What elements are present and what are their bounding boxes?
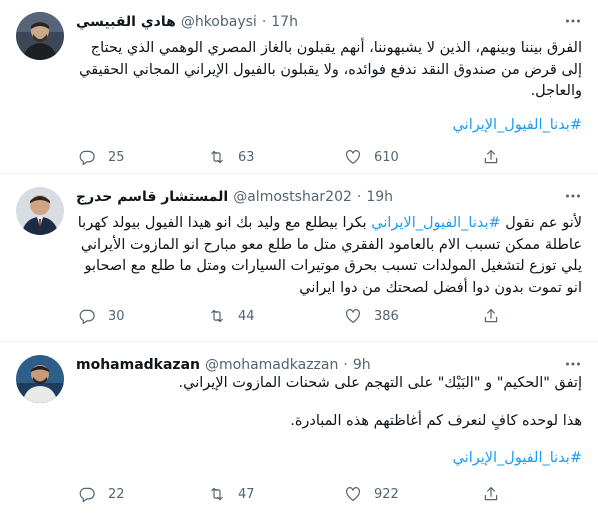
tweet-header: mohamadkazan @mohamadkazzan · 9h <box>76 355 371 375</box>
heart-icon <box>346 487 360 501</box>
retweet-button[interactable]: 63 <box>208 148 255 166</box>
tweet-actions: 30 44 386 <box>76 307 536 327</box>
avatar[interactable] <box>16 187 64 235</box>
tweet[interactable]: mohamadkazan @mohamadkazzan · 9h إتفق "ا… <box>0 343 598 513</box>
more-icon[interactable] <box>564 355 582 373</box>
share-icon <box>484 150 498 164</box>
tweet-text: لأنو عم نقول #بدنا_الفيول_الايراني بكرا … <box>76 213 582 299</box>
separator-dot: · <box>261 14 267 30</box>
reply-icon <box>79 150 95 166</box>
tweet-actions: 25 63 610 <box>76 148 536 168</box>
tweet-text: إتفق "الحكيم" و "البَيْك" على التهجم على… <box>76 373 582 470</box>
tweet[interactable]: المستشار قاسم حدرج @almostshar202 · 19h … <box>0 175 598 342</box>
like-count: 922 <box>374 486 399 502</box>
retweet-count: 47 <box>238 486 255 502</box>
tweet-text-paragraph: إتفق "الحكيم" و "البَيْك" على التهجم على… <box>178 375 582 391</box>
share-button[interactable] <box>482 148 500 166</box>
separator-dot: · <box>343 357 348 373</box>
timestamp[interactable]: 17h <box>271 14 298 30</box>
reply-button[interactable]: 22 <box>78 485 125 503</box>
tweet-feed: هادي القبيسي @hkobaysi · 17h الفرق بيننا… <box>0 0 598 513</box>
share-icon <box>484 309 498 323</box>
more-icon[interactable] <box>564 12 582 30</box>
display-name[interactable]: المستشار قاسم حدرج <box>76 189 228 205</box>
timestamp[interactable]: 19h <box>366 189 393 205</box>
reply-icon <box>79 487 95 503</box>
tweet-text-paragraph: هذا لوحده كافٍ لنعرف كم أغاظتهم هذه المب… <box>290 412 582 429</box>
reply-count: 22 <box>108 486 125 502</box>
like-count: 386 <box>374 308 399 324</box>
avatar[interactable] <box>16 12 64 60</box>
hashtag-link[interactable]: #بدنا_الفيول_الإيراني <box>453 450 582 466</box>
tweet-text: الفرق بيننا وبينهم، الذين لا يشبهوننا، أ… <box>76 38 582 136</box>
reply-button[interactable]: 30 <box>78 307 125 325</box>
tweet[interactable]: هادي القبيسي @hkobaysi · 17h الفرق بيننا… <box>0 0 598 174</box>
hashtag-link[interactable]: #بدنا_الفيول_الإيراني <box>453 117 582 133</box>
display-name[interactable]: هادي القبيسي <box>76 14 176 30</box>
user-handle[interactable]: @hkobaysi <box>181 14 257 30</box>
reply-count: 25 <box>108 149 125 165</box>
like-button[interactable]: 610 <box>344 148 399 166</box>
user-handle[interactable]: @mohamadkazzan <box>205 357 338 373</box>
tweet-actions: 22 47 922 <box>76 485 536 505</box>
more-icon[interactable] <box>564 187 582 205</box>
retweet-count: 63 <box>238 149 255 165</box>
heart-icon <box>346 150 360 164</box>
share-button[interactable] <box>482 307 500 325</box>
like-button[interactable]: 386 <box>344 307 399 325</box>
tweet-header: هادي القبيسي @hkobaysi · 17h <box>76 12 298 32</box>
share-button[interactable] <box>482 485 500 503</box>
reply-icon <box>79 309 95 325</box>
like-count: 610 <box>374 149 399 165</box>
retweet-icon <box>211 309 223 323</box>
retweet-icon <box>211 150 223 164</box>
like-button[interactable]: 922 <box>344 485 399 503</box>
share-icon <box>484 487 498 501</box>
retweet-count: 44 <box>238 308 255 324</box>
reply-count: 30 <box>108 308 125 324</box>
heart-icon <box>346 309 360 323</box>
retweet-button[interactable]: 44 <box>208 307 255 325</box>
tweet-text-paragraph: الفرق بيننا وبينهم، الذين لا يشبهوننا، أ… <box>79 40 582 99</box>
user-handle[interactable]: @almostshar202 <box>233 189 352 205</box>
reply-button[interactable]: 25 <box>78 148 125 166</box>
display-name[interactable]: mohamadkazan <box>76 357 200 373</box>
avatar[interactable] <box>16 355 64 403</box>
tweet-header: المستشار قاسم حدرج @almostshar202 · 19h <box>76 187 393 207</box>
separator-dot: · <box>356 189 362 205</box>
timestamp[interactable]: 9h <box>353 357 371 373</box>
retweet-icon <box>211 487 223 501</box>
retweet-button[interactable]: 47 <box>208 485 255 503</box>
hashtag-link[interactable]: #بدنا_الفيول_الايراني <box>371 215 500 231</box>
tweet-text-segment: لأنو عم نقول <box>500 215 582 231</box>
